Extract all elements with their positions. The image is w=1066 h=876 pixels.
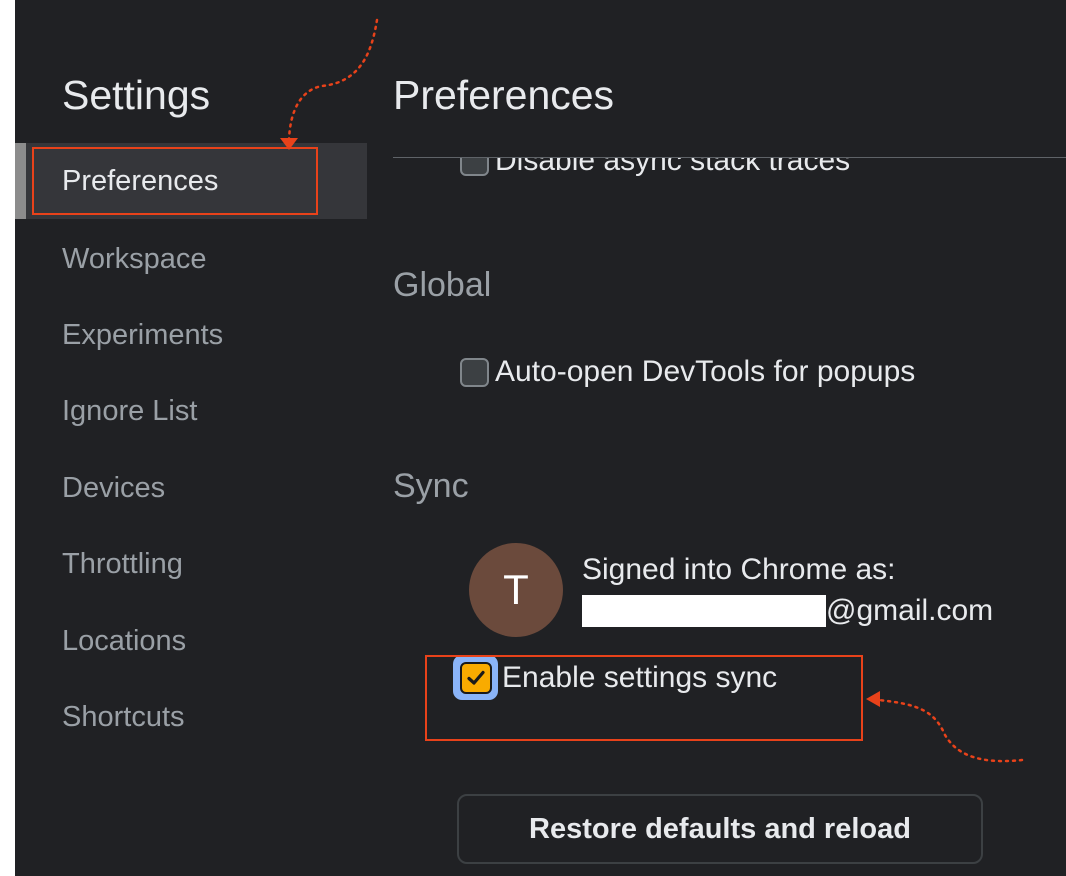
sidebar-item-devices[interactable]: Devices — [15, 450, 367, 526]
sidebar-item-workspace[interactable]: Workspace — [15, 221, 367, 297]
email-redaction — [582, 595, 826, 627]
auto-open-devtools-row[interactable]: Auto-open DevTools for popups — [460, 355, 915, 389]
auto-open-devtools-label: Auto-open DevTools for popups — [495, 355, 916, 388]
page-title: Preferences — [393, 72, 615, 118]
settings-window: Settings Preferences Workspace Experimen… — [15, 0, 1066, 876]
section-title-sync: Sync — [393, 467, 469, 505]
preferences-content: Disable async stack traces Global Auto-o… — [393, 158, 1066, 876]
sidebar-item-ignore-list[interactable]: Ignore List — [15, 373, 367, 449]
async-stack-traces-checkbox[interactable] — [460, 158, 489, 176]
annotation-highlight-sync — [425, 655, 863, 741]
account-email: @gmail.com — [582, 594, 993, 628]
async-stack-traces-label: Disable async stack traces — [495, 158, 851, 177]
sidebar-item-locations[interactable]: Locations — [15, 603, 367, 679]
sidebar-item-throttling[interactable]: Throttling — [15, 526, 367, 602]
sidebar-item-shortcuts[interactable]: Shortcuts — [15, 679, 367, 755]
email-domain: @gmail.com — [826, 594, 994, 627]
auto-open-devtools-checkbox[interactable] — [460, 357, 489, 387]
signed-in-label: Signed into Chrome as: — [582, 553, 896, 586]
annotation-highlight-preferences — [32, 147, 318, 215]
sidebar-item-experiments[interactable]: Experiments — [15, 297, 367, 373]
section-title-global: Global — [393, 266, 492, 304]
sidebar-title: Settings — [62, 72, 211, 118]
restore-defaults-button[interactable]: Restore defaults and reload — [457, 794, 983, 864]
async-stack-traces-row[interactable]: Disable async stack traces — [460, 158, 850, 178]
avatar: T — [469, 543, 563, 637]
